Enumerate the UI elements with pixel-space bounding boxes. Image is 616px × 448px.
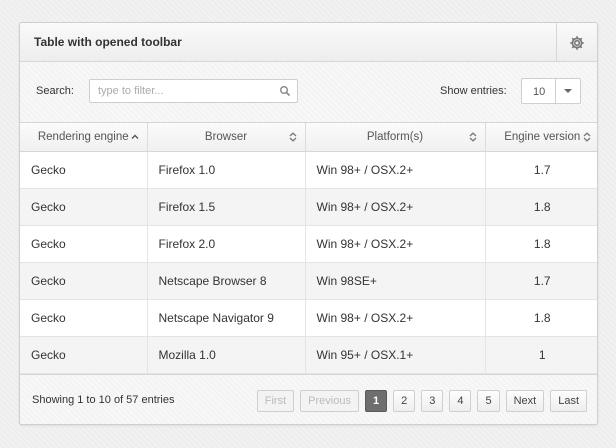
column-header-platforms[interactable]: Platform(s) [305, 123, 486, 152]
column-header-label: Rendering engine [37, 130, 129, 143]
pagination-next[interactable]: Next [505, 389, 545, 412]
column-header-engine-version[interactable]: Engine version [485, 123, 597, 152]
cell-rendering-engine: Gecko [20, 299, 148, 337]
cell-platforms: Win 98+ / OSX.2+ [305, 299, 486, 337]
pagination-first[interactable]: First [256, 389, 295, 412]
sort-both-icon [583, 132, 591, 142]
widget-title: Table with opened toolbar [34, 35, 182, 49]
cell-rendering-engine: Gecko [20, 336, 148, 374]
cell-browser: Mozilla 1.0 [147, 336, 306, 374]
table-row: Gecko Firefox 1.0 Win 98+ / OSX.2+ 1.7 [20, 151, 597, 189]
cell-platforms: Win 98+ / OSX.2+ [305, 225, 486, 263]
show-entries-toggle[interactable] [555, 79, 580, 103]
column-header-browser[interactable]: Browser [147, 123, 306, 152]
widget-header: Table with opened toolbar [20, 23, 597, 62]
cell-browser: Netscape Browser 8 [147, 262, 306, 300]
column-header-label: Platform(s) [366, 130, 424, 143]
show-entries-label: Show entries: [440, 85, 507, 97]
cell-engine-version: 1.7 [485, 151, 597, 189]
table-row: Gecko Mozilla 1.0 Win 95+ / OSX.1+ 1 [20, 336, 597, 374]
cell-rendering-engine: Gecko [20, 262, 148, 300]
cell-browser: Firefox 1.0 [147, 151, 306, 189]
search-box [89, 79, 298, 103]
cell-rendering-engine: Gecko [20, 151, 148, 189]
data-table: Rendering engine Browser Platform(s) Eng… [20, 123, 597, 374]
table-footer: Showing 1 to 10 of 57 entries First Prev… [20, 373, 597, 424]
cell-engine-version: 1.8 [485, 225, 597, 263]
table-row: Gecko Firefox 2.0 Win 98+ / OSX.2+ 1.8 [20, 225, 597, 263]
settings-button[interactable] [556, 23, 597, 62]
column-header-rendering-engine[interactable]: Rendering engine [20, 123, 148, 152]
table-widget: Table with opened toolbar Search: Show e… [19, 22, 598, 425]
pagination-page-4[interactable]: 4 [449, 389, 472, 412]
table-row: Gecko Firefox 1.5 Win 98+ / OSX.2+ 1.8 [20, 188, 597, 226]
sort-asc-icon [131, 134, 138, 139]
table-row: Gecko Netscape Browser 8 Win 98SE+ 1.7 [20, 262, 597, 300]
pagination-last[interactable]: Last [550, 389, 587, 412]
cell-platforms: Win 98+ / OSX.2+ [305, 151, 486, 189]
search-label: Search: [36, 85, 74, 97]
search-input[interactable] [90, 80, 270, 102]
cell-rendering-engine: Gecko [20, 225, 148, 263]
cell-browser: Firefox 2.0 [147, 225, 306, 263]
cell-engine-version: 1 [485, 336, 597, 374]
chevron-down-icon [564, 89, 572, 93]
pagination: First Previous 1 2 3 4 5 Next Last [256, 389, 587, 412]
pagination-page-3[interactable]: 3 [421, 389, 444, 412]
cell-platforms: Win 95+ / OSX.1+ [305, 336, 486, 374]
pagination-page-1[interactable]: 1 [364, 389, 388, 412]
gear-icon [570, 35, 584, 50]
cell-rendering-engine: Gecko [20, 188, 148, 226]
cell-platforms: Win 98SE+ [305, 262, 486, 300]
entries-info: Showing 1 to 10 of 57 entries [32, 393, 175, 406]
column-header-label: Browser [204, 130, 248, 143]
pagination-previous[interactable]: Previous [300, 389, 359, 412]
show-entries-value: 10 [533, 86, 546, 98]
show-entries-select[interactable]: 10 [521, 78, 581, 104]
table-toolbar: Search: Show entries: 10 [20, 62, 597, 123]
pagination-page-5[interactable]: 5 [477, 389, 500, 412]
column-header-label: Engine version [504, 130, 581, 143]
cell-browser: Firefox 1.5 [147, 188, 306, 226]
cell-platforms: Win 98+ / OSX.2+ [305, 188, 486, 226]
cell-engine-version: 1.8 [485, 299, 597, 337]
cell-browser: Netscape Navigator 9 [147, 299, 306, 337]
pagination-page-2[interactable]: 2 [393, 389, 416, 412]
sort-both-icon [289, 132, 296, 142]
search-icon[interactable] [279, 85, 291, 97]
table-header-row: Rendering engine Browser Platform(s) Eng… [20, 123, 597, 152]
sort-both-icon [469, 132, 476, 142]
cell-engine-version: 1.8 [485, 188, 597, 226]
table-row: Gecko Netscape Navigator 9 Win 98+ / OSX… [20, 299, 597, 337]
cell-engine-version: 1.7 [485, 262, 597, 300]
